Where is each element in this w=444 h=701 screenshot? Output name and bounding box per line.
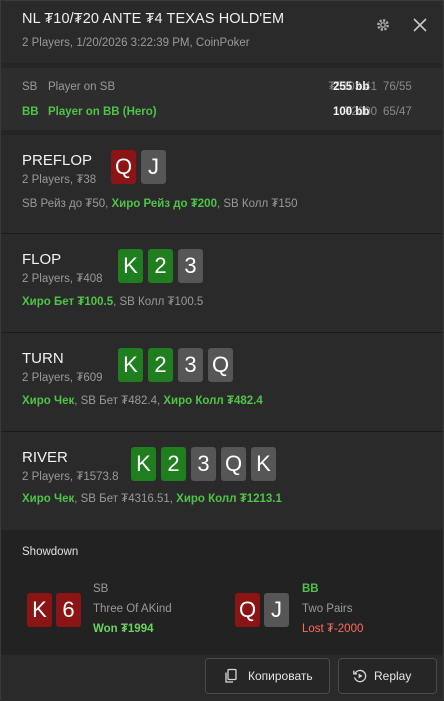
street-pot: 2 Players, ₮609 [22,372,103,384]
action-text: SB Рейз до ₮50, [22,198,112,210]
player-position: SB [22,81,38,93]
showdown-section: Showdown K 6 SB Three Of AKind Won ₮1994… [1,530,443,655]
player-stack-bb: 100 bb [333,106,370,118]
board-card-queen-spades: Q [208,348,233,382]
board-card-three-spades: 3 [178,348,203,382]
street-name: FLOP [22,251,62,268]
street-preflop: PREFLOP 2 Players, ₮38 Q J SB Рейз до ₮5… [1,135,443,233]
street-name: TURN [22,350,64,367]
hero-action: Хиро Колл ₮482.4 [163,395,263,407]
street-flop: FLOP 2 Players, ₮408 K 2 3 Хиро Бет ₮100… [1,234,443,332]
board-card-three-spades: 3 [191,447,216,481]
street-pot: 2 Players, ₮1573.8 [22,471,119,483]
player-name: Player on SB [48,81,116,93]
hand-history-window: NL ₮10/₮20 ANTE ₮4 TEXAS HOLD'EM 2 Playe… [0,0,444,701]
showdown-bb-result: Lost ₮-2000 [302,623,364,635]
street-actions: SB Рейз до ₮50, Хиро Рейз до ₮200, SB Ко… [22,198,298,210]
player-position: BB [22,106,39,118]
player-stats: 65/47 [383,106,412,118]
hand-title: NL ₮10/₮20 ANTE ₮4 TEXAS HOLD'EM [22,11,285,27]
street-river: RIVER 2 Players, ₮1573.8 K 2 3 Q K Хиро … [1,432,443,530]
hero-action: Хиро Бет ₮100.5 [22,296,114,308]
player-name: Player on BB (Hero) [48,106,157,118]
showdown-sb-result: Won ₮1994 [93,623,154,635]
board-card-two-clubs: 2 [148,249,173,283]
board-card-king-clubs: K [118,348,143,382]
board-card-king-spades: K [251,447,276,481]
copy-button-label: Копировать [248,669,313,683]
hero-card-jack-spades: J [141,150,166,184]
board-card-two-clubs: 2 [161,447,186,481]
street-pot: 2 Players, ₮408 [22,273,103,285]
player-stats: 76/55 [383,81,412,93]
street-name: RIVER [22,449,68,466]
players-summary: SB Player on SB ₮5103.41 255 bb 76/55 BB… [1,68,443,130]
board-card-king-clubs: K [118,249,143,283]
hero-action: Хиро Рейз до ₮200 [111,198,217,210]
action-text: , SB Бет ₮4316.51, [74,493,177,505]
replay-button-label: Replay [374,669,412,683]
player-row-bb-hero: BB Player on BB (Hero) ₮2000 100 bb 65/4… [1,103,443,123]
close-icon[interactable] [410,15,430,35]
showdown-title: Showdown [22,546,79,558]
board-card-two-clubs: 2 [148,348,173,382]
board-card-queen-spades: Q [221,447,246,481]
hand-subtitle: 2 Players, 1/20/2026 3:22:39 PM, CoinPok… [22,37,250,49]
copy-button[interactable]: Копировать [205,658,330,694]
gear-icon[interactable] [374,16,392,34]
hero-action: Хиро Чек [22,493,75,505]
street-pot: 2 Players, ₮38 [22,174,97,186]
player-row-sb: SB Player on SB ₮5103.41 255 bb 76/55 [1,78,443,98]
showdown-bb-position: BB [302,583,319,595]
hero-action: Хиро Колл ₮1213.1 [176,493,282,505]
hero-card-queen-hearts: Q [111,150,136,184]
hero-card-jack-spades: J [264,593,289,627]
showdown-sb-hand: Three Of AKind [93,603,172,615]
action-text: , SB Колл ₮100.5 [113,296,204,308]
board-card-three-spades: 3 [178,249,203,283]
street-turn: TURN 2 Players, ₮609 K 2 3 Q Хиро Чек, S… [1,333,443,431]
replay-icon [352,668,368,684]
player-stack-bb: 255 bb [333,81,370,93]
board-card-king-clubs: K [131,447,156,481]
replay-button[interactable]: Replay [338,658,437,694]
street-actions: Хиро Бет ₮100.5, SB Колл ₮100.5 [22,296,203,308]
header: NL ₮10/₮20 ANTE ₮4 TEXAS HOLD'EM 2 Playe… [1,1,443,63]
copy-icon [223,668,239,684]
street-actions: Хиро Чек, SB Бет ₮4316.51, Хиро Колл ₮12… [22,493,282,505]
sb-card-king-hearts: K [27,593,52,627]
showdown-sb-position: SB [93,583,109,595]
hero-action: Хиро Чек [22,395,75,407]
action-text: , SB Колл ₮150 [216,198,298,210]
sb-card-six-hearts: 6 [56,593,81,627]
showdown-bb-hand: Two Pairs [302,603,353,615]
street-name: PREFLOP [22,152,93,169]
footer: Копировать Replay [1,655,443,701]
hero-card-queen-hearts: Q [235,593,260,627]
street-actions: Хиро Чек, SB Бет ₮482.4, Хиро Колл ₮482.… [22,395,263,407]
action-text: , SB Бет ₮482.4, [74,395,164,407]
